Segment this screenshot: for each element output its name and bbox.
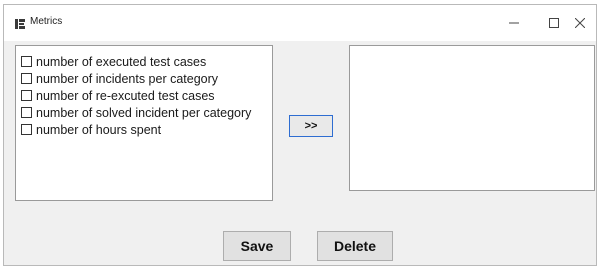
available-metrics-list[interactable]: number of executed test cases number of …	[15, 45, 273, 201]
checkbox[interactable]	[21, 73, 32, 84]
list-item-label: number of re-excuted test cases	[36, 88, 215, 103]
list-item-label: number of hours spent	[36, 122, 162, 137]
list-item[interactable]: number of executed test cases	[21, 53, 272, 70]
list-item[interactable]: number of re-excuted test cases	[21, 87, 272, 104]
list-item[interactable]: number of hours spent	[21, 121, 272, 138]
selected-metrics-list[interactable]	[349, 45, 595, 191]
list-item[interactable]: number of incidents per category	[21, 70, 272, 87]
move-right-button[interactable]: >>	[289, 115, 333, 137]
checkbox[interactable]	[21, 56, 32, 67]
minimize-button[interactable]	[494, 9, 534, 37]
close-icon	[575, 18, 585, 28]
list-item-label: number of executed test cases	[36, 54, 207, 69]
maximize-icon	[549, 18, 559, 28]
list-item-label: number of solved incident per category	[36, 105, 252, 120]
close-button[interactable]	[560, 9, 600, 37]
save-button[interactable]: Save	[223, 231, 291, 261]
app-icon	[14, 17, 26, 29]
delete-button[interactable]: Delete	[317, 231, 393, 261]
list-item[interactable]: number of solved incident per category	[21, 104, 272, 121]
list-item-label: number of incidents per category	[36, 71, 219, 86]
checkbox[interactable]	[21, 90, 32, 101]
minimize-icon	[509, 18, 519, 28]
title-bar[interactable]: Metrics	[4, 5, 596, 41]
checkbox[interactable]	[21, 124, 32, 135]
checkbox[interactable]	[21, 107, 32, 118]
window-title: Metrics	[30, 16, 63, 27]
metrics-window: Metrics number of executed test cases nu…	[3, 4, 597, 266]
